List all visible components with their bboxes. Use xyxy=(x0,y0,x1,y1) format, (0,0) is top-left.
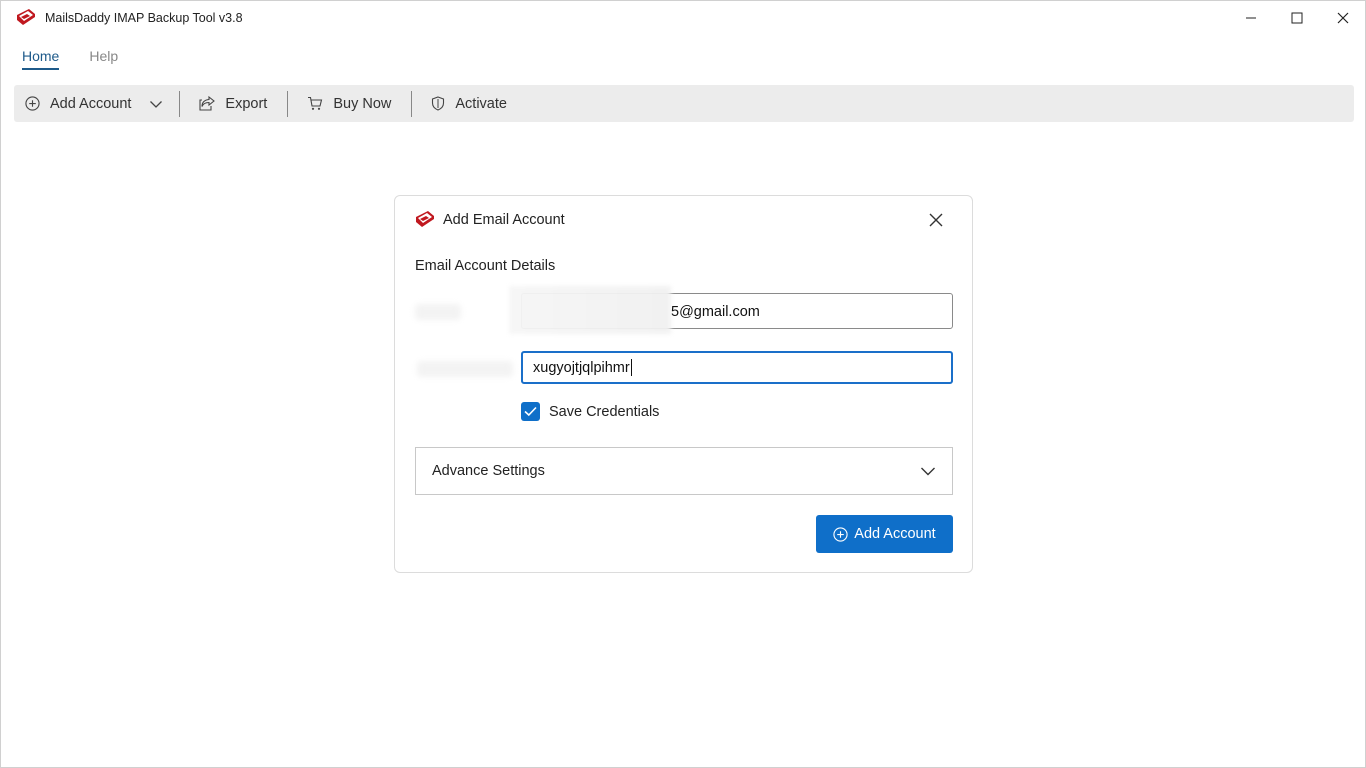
buy-now-label: Buy Now xyxy=(333,95,392,112)
add-account-button-label: Add Account xyxy=(854,526,936,542)
export-label: Export xyxy=(225,95,268,112)
activate-button[interactable]: Activate xyxy=(412,85,527,122)
password-value: xugyojtjqlpihmr xyxy=(533,359,630,376)
app-logo-icon xyxy=(17,9,35,25)
maximize-icon xyxy=(1291,12,1303,24)
maximize-button[interactable] xyxy=(1281,5,1313,31)
app-title: MailsDaddy IMAP Backup Tool v3.8 xyxy=(45,11,243,25)
dialog-close-button[interactable] xyxy=(925,209,947,231)
plus-circle-icon xyxy=(25,96,40,111)
export-icon xyxy=(199,96,216,111)
add-account-label: Add Account xyxy=(50,95,132,112)
activate-label: Activate xyxy=(455,95,507,112)
email-value: 5@gmail.com xyxy=(671,304,760,320)
section-title: Email Account Details xyxy=(415,258,556,274)
check-icon xyxy=(524,406,537,417)
chevron-down-icon xyxy=(150,100,163,108)
plus-circle-icon xyxy=(833,526,848,542)
close-icon xyxy=(1337,12,1349,24)
chevron-down-icon xyxy=(921,467,935,476)
save-credentials-label: Save Credentials xyxy=(549,403,660,420)
close-window-button[interactable] xyxy=(1327,5,1359,31)
app-window: MailsDaddy IMAP Backup Tool v3.8 Home He… xyxy=(0,0,1366,768)
email-label-redacted xyxy=(415,304,461,320)
buy-now-button[interactable]: Buy Now xyxy=(288,85,411,122)
tab-home[interactable]: Home xyxy=(22,48,60,70)
advance-settings-dropdown[interactable]: Advance Settings xyxy=(415,447,953,495)
password-label-redacted xyxy=(417,361,513,377)
add-email-account-dialog: Add Email Account Email Account Details … xyxy=(394,195,973,573)
advance-settings-label: Advance Settings xyxy=(432,463,545,479)
cart-icon xyxy=(308,96,323,110)
title-bar: MailsDaddy IMAP Backup Tool v3.8 xyxy=(1,1,1365,35)
dialog-title: Add Email Account xyxy=(443,212,565,228)
shield-icon xyxy=(432,96,445,111)
menu-bar: Home Help xyxy=(22,48,118,70)
dialog-logo-icon xyxy=(416,211,434,227)
save-credentials-row[interactable]: Save Credentials xyxy=(521,402,659,421)
text-caret xyxy=(630,359,632,376)
minimize-icon xyxy=(1246,17,1256,19)
export-button[interactable]: Export xyxy=(180,85,287,122)
toolbar: Add Account Export Buy Now Activate xyxy=(14,85,1354,122)
add-account-toolbar-button[interactable]: Add Account xyxy=(14,85,139,122)
email-redaction xyxy=(509,286,671,334)
close-icon xyxy=(929,213,943,227)
add-account-button[interactable]: Add Account xyxy=(816,515,953,553)
add-account-dropdown[interactable] xyxy=(139,85,179,122)
tab-help[interactable]: Help xyxy=(89,48,118,70)
save-credentials-checkbox[interactable] xyxy=(521,402,540,421)
password-field[interactable]: xugyojtjqlpihmr xyxy=(521,351,953,384)
minimize-button[interactable] xyxy=(1235,5,1267,31)
